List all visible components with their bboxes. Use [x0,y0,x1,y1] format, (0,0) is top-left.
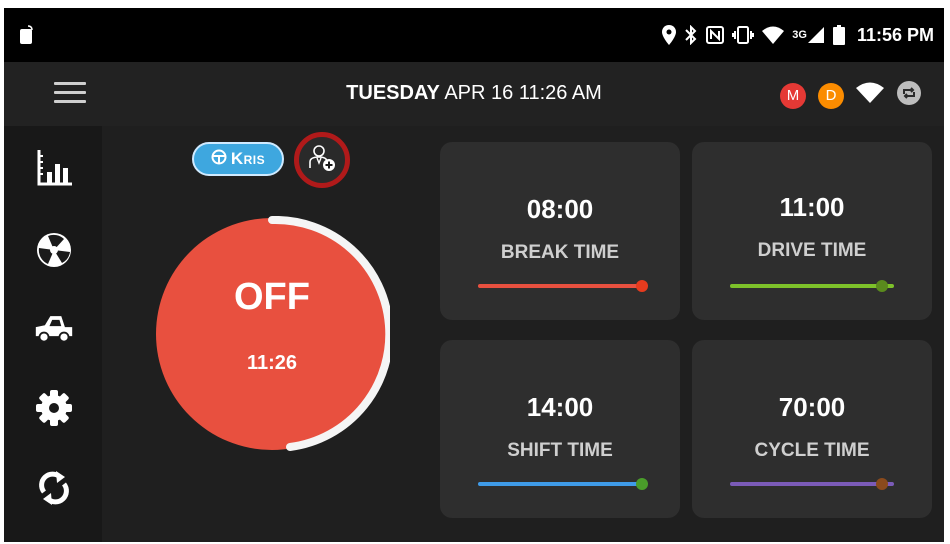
m-badge-letter: M [786,87,800,104]
bluetooth-icon [684,25,698,45]
cellular-signal-icon: 3G [792,26,825,44]
device-screen: 3G 11:56 PM TUESDAY APR 16 11:26 AM M D [4,8,944,542]
nfc-icon [706,26,725,44]
drive-time-card: 11:00 DRIVE TIME [692,142,932,320]
drive-time-label: DRIVE TIME [757,240,867,261]
sync-icon[interactable] [34,468,74,508]
status-bar: 3G 11:56 PM [4,8,944,62]
vibrate-icon [732,26,755,44]
sidebar [4,126,102,542]
location-icon [662,25,677,45]
steering-wheel-icon [211,149,227,170]
drive-time-value: 11:00 [779,192,845,222]
m-badge[interactable]: M [780,82,806,109]
header-status-icons: M D [780,80,922,111]
logs-chart-icon[interactable] [34,148,74,188]
break-time-marker [636,280,648,292]
duty-status-time: 11:26 [246,352,298,374]
add-co-driver-button[interactable] [294,132,350,188]
break-time-bar [478,284,642,288]
phone-notification-icon [18,25,34,50]
duty-status-label: OFF [234,276,310,318]
truck-icon[interactable] [34,308,74,348]
shift-time-card: 14:00 SHIFT TIME [440,340,680,518]
cycle-time-value: 70:00 [778,392,846,422]
wifi-status-icon [762,26,785,44]
drive-time-marker [876,280,888,292]
add-user-icon [307,143,337,178]
app-header: TUESDAY APR 16 11:26 AM M D [4,62,944,126]
driver-name: Kris [230,149,266,168]
d-badge[interactable]: D [818,82,844,109]
battery-icon [832,25,845,45]
d-badge-letter: D [825,87,837,104]
shift-time-label: SHIFT TIME [507,440,613,461]
header-day: TUESDAY [346,82,440,104]
break-time-label: BREAK TIME [500,242,620,263]
inspection-icon[interactable] [34,230,74,270]
main-panel: Kris OFF 11:26 08:00 BREAK TIME 11:00 DR… [102,126,944,542]
settings-icon[interactable] [34,388,74,428]
cycle-time-card: 70:00 CYCLE TIME [692,340,932,518]
cycle-time-label: CYCLE TIME [754,440,870,461]
shift-time-marker [636,478,648,490]
status-icons: 3G 11:56 PM [662,21,934,49]
cycle-time-marker [876,478,888,490]
driver-badge[interactable]: Kris [192,142,284,176]
drive-time-bar [730,284,894,288]
break-time-card: 08:00 BREAK TIME [440,142,680,320]
header-date-time: APR 16 11:26 AM [444,82,602,104]
duty-status-dial[interactable] [154,216,390,452]
shift-time-value: 14:00 [526,392,594,422]
break-time-value: 08:00 [526,194,594,224]
network-type: 3G [792,29,807,41]
cycle-time-bar [730,482,894,486]
shift-time-bar [478,482,642,486]
status-time: 11:56 PM [856,24,934,45]
wifi-icon[interactable] [856,82,884,109]
refresh-icon[interactable] [896,80,922,111]
